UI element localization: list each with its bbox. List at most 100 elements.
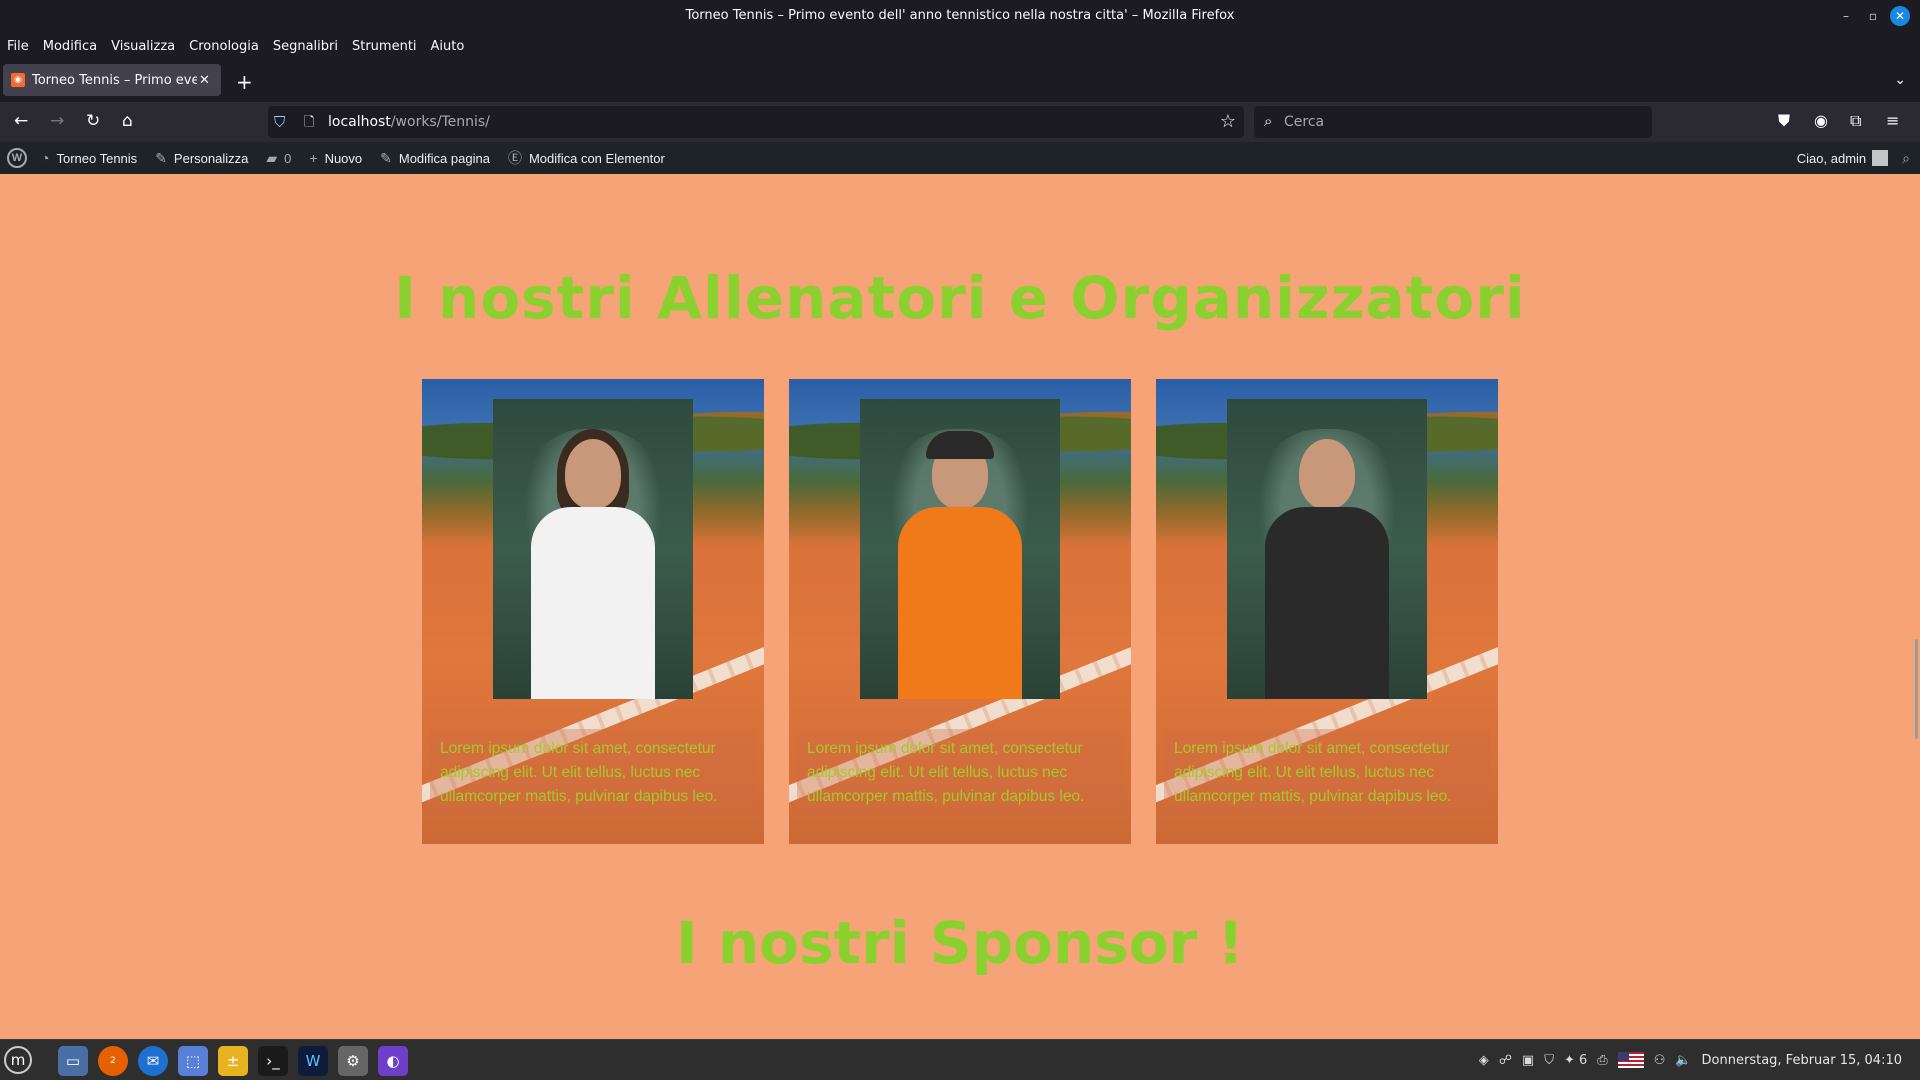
shield-icon[interactable]: ⛉: [1544, 1053, 1554, 1068]
menu-visualizza[interactable]: Visualizza: [111, 39, 175, 54]
elementor-icon: Ⓔ: [507, 150, 522, 166]
coach-photo: [1227, 399, 1427, 699]
tab-torneo-tennis[interactable]: ◉ Torneo Tennis – Primo evento ✕: [3, 64, 221, 96]
forward-button[interactable]: →: [50, 111, 64, 131]
wp-comments-count: 0: [284, 150, 292, 166]
search-bar[interactable]: ⌕ Cerca: [1254, 106, 1652, 138]
coach-photo: [493, 399, 693, 699]
home-button[interactable]: ⌂: [122, 111, 133, 131]
search-placeholder: Cerca: [1284, 114, 1325, 130]
reload-button[interactable]: ↻: [86, 111, 100, 131]
coach-caption: Lorem ipsum dolor sit amet, consectetur …: [430, 729, 756, 814]
system-tray: ◈ ☍ ▣ ⛉ ✦ 6 ⎙ ⚇ 🔈 Donnerstag, Februar 15…: [1479, 1052, 1902, 1068]
terminal-icon[interactable]: ›_: [258, 1046, 288, 1076]
screenshot-icon[interactable]: ⬚: [178, 1046, 208, 1076]
menu-segnalibri[interactable]: Segnalibri: [273, 39, 338, 54]
page-content: I nostri Allenatori e Organizzatori Lore…: [0, 174, 1920, 1039]
photo-head: [1299, 439, 1355, 509]
coach-caption: Lorem ipsum dolor sit amet, consectetur …: [1164, 729, 1490, 814]
notifications-icon[interactable]: ✦ 6: [1564, 1053, 1587, 1068]
wp-new-label: Nuovo: [324, 150, 363, 166]
photo-cap: [926, 431, 994, 459]
photo-shirt: [898, 507, 1022, 699]
minimize-button[interactable]: –: [1836, 6, 1856, 26]
page-info-icon[interactable]: 🗋: [304, 113, 314, 135]
wp-search-icon[interactable]: ⌕: [1902, 150, 1910, 167]
bookmark-star-icon[interactable]: ☆: [1220, 111, 1236, 132]
hamburger-menu-icon[interactable]: ≡: [1886, 111, 1899, 130]
wp-admin-bar: W ◔ Torneo Tennis ✎ Personalizza ▰ 0 + Nuovo…: [0, 142, 1920, 174]
notification-count: 6: [1579, 1052, 1588, 1068]
menu-strumenti[interactable]: Strumenti: [352, 39, 417, 54]
wp-site-name-label: Torneo Tennis: [56, 150, 138, 166]
file-manager-icon[interactable]: ▭: [58, 1046, 88, 1076]
webstorm-icon[interactable]: W: [298, 1046, 328, 1076]
tab-list-chevron-icon[interactable]: ⌄: [1894, 72, 1906, 88]
photo-shirt: [531, 507, 655, 699]
tab-label: Torneo Tennis – Primo evento: [32, 72, 197, 88]
site-favicon-icon: ◉: [11, 73, 25, 87]
navigation-bar: ← → ↻ ⌂ ⛉ 🗋 localhost/works/Tennis/ ☆ ⌕ …: [0, 102, 1920, 142]
account-icon[interactable]: ◉: [1814, 111, 1828, 130]
wp-edit-page-label: Modifica pagina: [398, 150, 490, 166]
clock[interactable]: Donnerstag, Februar 15, 04:10: [1702, 1053, 1902, 1068]
brush-icon: ✎: [155, 149, 167, 166]
wp-customize[interactable]: ✎ Personalizza: [155, 150, 248, 167]
network-wired-icon[interactable]: ⚇: [1654, 1053, 1666, 1068]
coach-card: Lorem ipsum dolor sit amet, consectetur …: [422, 379, 764, 844]
photo-shirt: [1265, 507, 1389, 699]
calculator-icon[interactable]: ±: [218, 1046, 248, 1076]
pocket-icon[interactable]: ⛊: [1778, 111, 1790, 131]
restore-button[interactable]: ▫: [1863, 6, 1883, 26]
extensions-icon[interactable]: ⧉: [1850, 111, 1861, 131]
back-button[interactable]: ←: [14, 111, 28, 131]
menu-cronologia[interactable]: Cronologia: [189, 39, 259, 54]
wp-greeting: Ciao, admin: [1796, 150, 1867, 166]
avatar: [1872, 150, 1889, 166]
coach-card: Lorem ipsum dolor sit amet, consectetur …: [789, 379, 1131, 844]
network-icon[interactable]: ☍: [1499, 1053, 1512, 1068]
window-titlebar: Torneo Tennis – Primo evento dell' anno …: [0, 0, 1920, 32]
thunderbird-icon[interactable]: ✉: [138, 1046, 168, 1076]
clipboard-icon[interactable]: ▣: [1522, 1053, 1534, 1068]
search-icon: ⌕: [1264, 112, 1273, 130]
scrollbar[interactable]: [1915, 639, 1918, 739]
url-bar[interactable]: ⛉ 🗋 localhost/works/Tennis/ ☆: [268, 106, 1244, 138]
wordpress-logo-icon[interactable]: W: [7, 148, 27, 168]
close-window-button[interactable]: ✕: [1890, 6, 1910, 26]
wp-elementor[interactable]: Ⓔ Modifica con Elementor: [508, 148, 665, 168]
comment-icon: ▰: [266, 149, 278, 166]
wp-new[interactable]: + Nuovo: [309, 150, 362, 166]
window-title: Torneo Tennis – Primo evento dell' anno …: [685, 8, 1235, 23]
wp-elementor-label: Modifica con Elementor: [528, 150, 665, 166]
github-icon[interactable]: ◐: [378, 1046, 408, 1076]
new-tab-button[interactable]: +: [236, 70, 253, 94]
wp-account[interactable]: Ciao, admin ⌕: [1797, 142, 1910, 174]
tab-bar: ◉ Torneo Tennis – Primo evento ✕ + ⌄: [0, 60, 1920, 102]
discord-icon[interactable]: ◈: [1479, 1053, 1489, 1068]
menu-modifica[interactable]: Modifica: [43, 39, 97, 54]
menu-bar: File Modifica Visualizza Cronologia Segn…: [0, 32, 1920, 60]
wp-customize-label: Personalizza: [173, 150, 249, 166]
volume-icon[interactable]: 🔈: [1675, 1053, 1691, 1068]
settings-gear-icon[interactable]: ⚙: [338, 1046, 368, 1076]
coach-photo: [860, 399, 1060, 699]
start-menu-icon[interactable]: m: [4, 1046, 32, 1074]
printer-icon[interactable]: ⎙: [1597, 1053, 1607, 1068]
dashboard-icon: ◔: [41, 150, 50, 166]
taskbar: m ▭ 2 ✉ ⬚ ± ›_ W ⚙ ◐ ◈ ☍ ▣ ⛉ ✦ 6 ⎙ ⚇ 🔈 D…: [0, 1039, 1920, 1080]
tab-close-icon[interactable]: ✕: [199, 73, 210, 88]
firefox-icon[interactable]: 2: [98, 1046, 128, 1076]
keyboard-layout-flag-icon[interactable]: [1617, 1052, 1644, 1068]
menu-file[interactable]: File: [7, 39, 29, 54]
pencil-icon: ✎: [380, 149, 392, 166]
coach-caption: Lorem ipsum dolor sit amet, consectetur …: [797, 729, 1123, 814]
wp-edit-page[interactable]: ✎ Modifica pagina: [380, 150, 490, 167]
tracking-shield-icon[interactable]: ⛉: [274, 113, 285, 131]
url-path: /works/Tennis/: [390, 114, 490, 130]
url-text[interactable]: localhost/works/Tennis/: [328, 114, 490, 130]
coaches-heading: I nostri Allenatori e Organizzatori: [394, 264, 1526, 332]
wp-comments[interactable]: ▰ 0: [266, 150, 291, 167]
menu-aiuto[interactable]: Aiuto: [431, 39, 465, 54]
wp-site-name[interactable]: ◔ Torneo Tennis: [41, 150, 137, 166]
